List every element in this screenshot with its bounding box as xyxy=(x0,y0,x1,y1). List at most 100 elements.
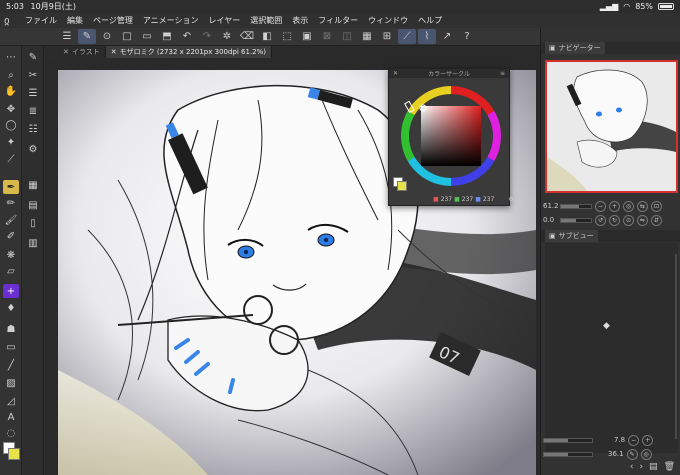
show-selection-icon[interactable]: ▦ xyxy=(358,29,376,44)
stabilizer-icon[interactable]: ↗ xyxy=(438,29,456,44)
eraser-icon[interactable]: ▱ xyxy=(3,264,19,278)
menu-selection[interactable]: 選択範囲 xyxy=(245,15,287,26)
subview-zoom-in-icon[interactable]: + xyxy=(642,434,654,446)
subtool-layers-icon[interactable]: ☰ xyxy=(25,86,41,100)
menu-file[interactable]: ファイル xyxy=(20,15,62,26)
save-icon[interactable]: ⬒ xyxy=(158,29,176,44)
new-icon[interactable]: □ xyxy=(118,29,136,44)
flip-icon[interactable]: ⇆ xyxy=(637,200,648,212)
color-panel-sub-swatch[interactable] xyxy=(397,181,407,191)
navigator-thumbnail[interactable] xyxy=(545,60,678,193)
menu-page[interactable]: ページ管理 xyxy=(88,15,138,26)
flip-vertical-icon[interactable]: ⇵ xyxy=(651,214,662,226)
zoom-in-icon[interactable]: + xyxy=(609,200,620,212)
snap-special-ruler-icon[interactable]: ⟋ xyxy=(398,29,416,44)
delete-icon[interactable]: 🗑 xyxy=(664,462,675,472)
pencil-tool-icon[interactable]: ✏ xyxy=(3,196,19,210)
zoom-out-icon[interactable]: − xyxy=(595,200,606,212)
snap-grid-icon[interactable]: ⌇ xyxy=(418,29,436,44)
clear-icon[interactable]: ⌫ xyxy=(238,29,256,44)
panel-menu-icon[interactable]: ≡ xyxy=(500,70,505,77)
redo-icon[interactable]: ↷ xyxy=(198,29,216,44)
subtool-book-icon[interactable]: ▥ xyxy=(25,236,41,250)
subview-eyedrop-icon[interactable]: ✎ xyxy=(626,448,638,460)
lasso-tool-icon[interactable]: ◯ xyxy=(3,118,19,132)
magic-wand-icon[interactable]: ✦ xyxy=(3,135,19,149)
color-wheel[interactable] xyxy=(389,78,509,193)
rotation-slider[interactable] xyxy=(560,217,592,223)
tab-current-doc[interactable]: ✕ モザロミク (2732 x 2201px 300dpi 61.2%) xyxy=(105,46,272,58)
figure-tool-icon[interactable]: ▭ xyxy=(3,340,19,354)
menu-help[interactable]: ヘルプ xyxy=(413,15,447,26)
pen-tool-icon[interactable]: ✒ xyxy=(3,180,19,194)
import-icon[interactable]: ▤ xyxy=(649,462,658,472)
color-settings-icon[interactable]: ⚙ xyxy=(508,196,513,203)
edit-mode-icon[interactable]: ✎ xyxy=(78,29,96,44)
menu-edit[interactable]: 編集 xyxy=(62,15,88,26)
menu-view[interactable]: 表示 xyxy=(287,15,313,26)
open-icon[interactable]: ▭ xyxy=(138,29,156,44)
reset-zoom-icon[interactable]: ⊡ xyxy=(651,200,662,212)
fill-icon[interactable]: ◧ xyxy=(258,29,276,44)
close-icon[interactable]: ✕ xyxy=(111,48,117,56)
subtool-pen-icon[interactable]: ✎ xyxy=(25,50,41,64)
close-icon[interactable]: ✕ xyxy=(393,70,398,77)
next-image-icon[interactable]: › xyxy=(639,462,643,472)
rotate-left-icon[interactable]: ↺ xyxy=(595,214,606,226)
zoom-slider[interactable] xyxy=(560,203,592,209)
subtool-page-icon[interactable]: ▤ xyxy=(25,198,41,212)
subview-fit-icon[interactable]: ◎ xyxy=(640,448,652,460)
close-icon[interactable]: ✕ xyxy=(63,48,69,56)
menu-window[interactable]: ウィンドウ xyxy=(363,15,413,26)
text-tool-icon[interactable]: A xyxy=(3,410,19,424)
rotate-right-icon[interactable]: ↻ xyxy=(609,214,620,226)
airbrush-icon[interactable]: ✐ xyxy=(3,229,19,243)
help-icon[interactable]: ? xyxy=(458,29,476,44)
crop-icon[interactable]: ⊠ xyxy=(318,29,336,44)
zoom-tool-icon[interactable]: ⌕ xyxy=(3,68,19,82)
subview-slider[interactable] xyxy=(543,437,593,443)
eyedropper-icon[interactable]: ⟋ xyxy=(3,152,19,166)
blend-tool-icon[interactable]: + xyxy=(3,284,19,298)
clip-studio-logo-icon[interactable]: ჲ xyxy=(4,14,20,27)
modifier-icon[interactable]: ⊙ xyxy=(98,29,116,44)
hand-tool-icon[interactable]: ✋ xyxy=(3,84,19,98)
subview-zoom-out-icon[interactable]: − xyxy=(628,434,640,446)
flip-horizontal-icon[interactable]: ⇋ xyxy=(637,214,648,226)
loading-icon[interactable]: ✲ xyxy=(218,29,236,44)
prev-image-icon[interactable]: ‹ xyxy=(630,462,634,472)
subtool-property-icon[interactable]: ⚙ xyxy=(25,142,41,156)
color-swatch-icon[interactable]: ▨ xyxy=(3,376,19,390)
menu-filter[interactable]: フィルター xyxy=(313,15,363,26)
subtool-layers2-icon[interactable]: ☷ xyxy=(25,122,41,136)
reset-rotation-icon[interactable]: ⊙ xyxy=(623,214,634,226)
subtool-grid-icon[interactable]: ▦ xyxy=(25,178,41,192)
tab-illust[interactable]: ✕ イラスト xyxy=(58,46,106,58)
menu-layer[interactable]: レイヤー xyxy=(204,15,246,26)
gradient-tool-icon[interactable]: ☗ xyxy=(3,322,19,336)
tab-subview[interactable]: ▣ サブビュー xyxy=(545,230,598,242)
transform-icon[interactable]: ⬚ xyxy=(278,29,296,44)
line-tool-icon[interactable]: ╱ xyxy=(3,358,19,372)
subview-slider-2[interactable] xyxy=(543,451,593,457)
color-panel-header[interactable]: ✕ カラーサークル ≡ xyxy=(389,69,509,78)
tab-navigator[interactable]: ▣ ナビゲーター xyxy=(545,42,605,54)
fill-tool-icon[interactable]: ♦ xyxy=(3,301,19,315)
menu-animation[interactable]: アニメーション xyxy=(138,15,204,26)
decoration-icon[interactable]: ❋ xyxy=(3,248,19,262)
grip-icon[interactable]: ⋯ xyxy=(3,50,19,64)
subview-scrollbar[interactable] xyxy=(675,254,677,439)
undo-icon[interactable]: ↶ xyxy=(178,29,196,44)
sub-color-swatch[interactable] xyxy=(8,448,20,460)
hamburger-menu-icon[interactable]: ☰ xyxy=(58,29,76,44)
deselect-icon[interactable]: ▣ xyxy=(298,29,316,44)
ruler-tool-icon[interactable]: ◿ xyxy=(3,394,19,408)
subtool-stack-icon[interactable]: ≣ xyxy=(25,104,41,118)
subview-area[interactable]: ◆ xyxy=(545,243,678,453)
subtool-doc-icon[interactable]: ▯ xyxy=(25,216,41,230)
invert-selection-icon[interactable]: ◫ xyxy=(338,29,356,44)
ruler-snap-icon[interactable]: ⊞ xyxy=(378,29,396,44)
subtool-scissors-icon[interactable]: ✂ xyxy=(25,68,41,82)
balloon-tool-icon[interactable]: ◌ xyxy=(3,426,19,440)
move-tool-icon[interactable]: ✥ xyxy=(3,102,19,116)
